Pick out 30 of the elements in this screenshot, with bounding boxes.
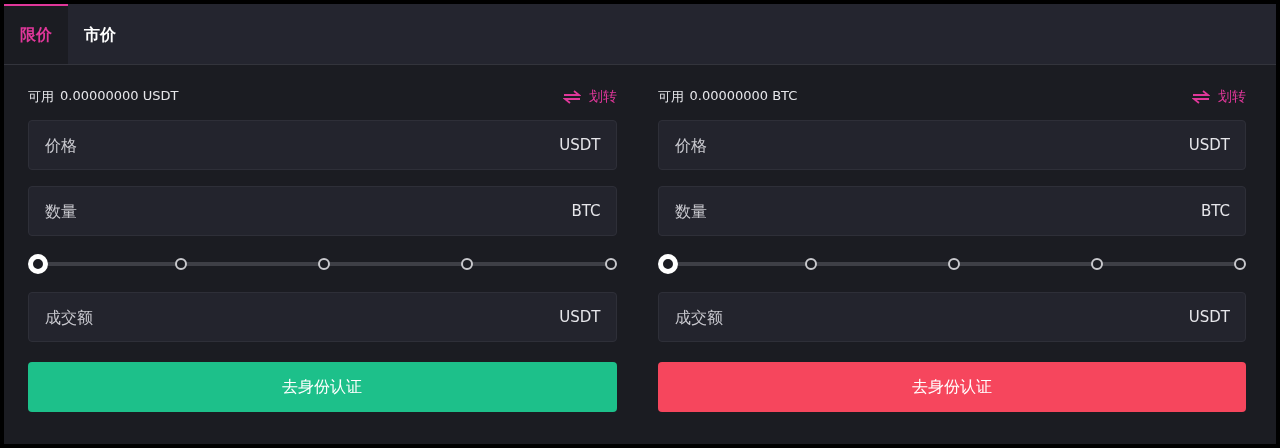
slider-track[interactable] [28, 254, 617, 274]
available-balance: 0.00000000 USDT [60, 88, 179, 105]
slider-stop[interactable] [175, 258, 188, 270]
order-type-tab[interactable]: 限价 [4, 4, 68, 64]
transfer-icon [1192, 90, 1210, 104]
slider-stop[interactable] [947, 258, 960, 270]
slider-thumb[interactable] [657, 254, 678, 274]
available-balance: 0.00000000 BTC [689, 88, 798, 105]
slider-stop[interactable] [1234, 258, 1246, 270]
unit-label: USDT [1188, 136, 1230, 154]
slider-track[interactable] [657, 254, 1246, 274]
available-label: 可用 [28, 88, 54, 106]
unit-label: USDT [1188, 308, 1230, 326]
transfer-icon [562, 90, 581, 104]
order-type-tab[interactable]: 市价 [68, 4, 132, 64]
transfer-link[interactable]: 划转 [1192, 88, 1246, 106]
slider-stop[interactable] [461, 258, 474, 270]
slider-thumb[interactable] [28, 254, 48, 274]
verify-identity-button[interactable]: 去身份认证 [657, 362, 1246, 412]
unit-label: USDT [559, 136, 601, 154]
slider-stop[interactable] [1090, 258, 1103, 270]
transfer-link[interactable]: 划转 [562, 88, 617, 106]
slider-stop[interactable] [318, 258, 331, 270]
verify-identity-button[interactable]: 去身份认证 [28, 362, 617, 412]
unit-label: BTC [1200, 202, 1230, 220]
unit-label: BTC [571, 202, 601, 220]
slider-stop[interactable] [604, 258, 617, 270]
available-label: 可用 [657, 88, 684, 106]
unit-label: USDT [559, 308, 601, 326]
slider-stop[interactable] [804, 258, 817, 270]
